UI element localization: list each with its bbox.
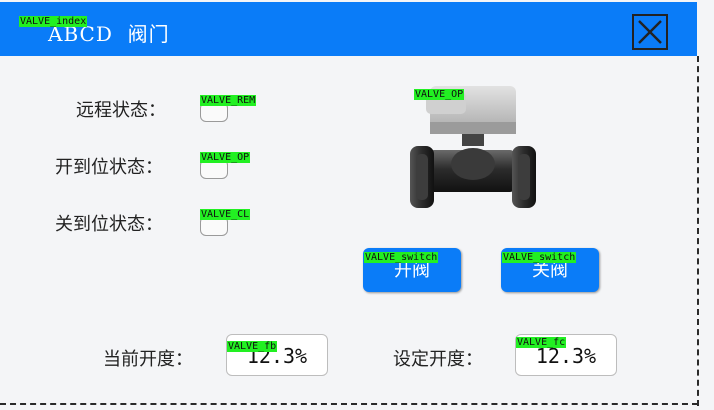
open-position-tag: VALVE_OP — [200, 152, 251, 163]
open-valve-tag: VALVE_switch — [364, 252, 439, 263]
right-dashed-border — [697, 56, 699, 406]
close-icon — [638, 20, 662, 44]
title-bar: ABCD 阀门 VALVE_index — [0, 2, 697, 56]
valve-image-tag: VALVE_OP — [414, 89, 465, 100]
index-tag: VALVE_index — [19, 16, 88, 27]
setpoint-opening-label: 设定开度： — [393, 349, 483, 370]
valve-panel: ABCD 阀门 VALVE_index 远程状态： VALVE_REM 开到位状… — [0, 0, 714, 410]
closed-position-tag: VALVE_CL — [200, 209, 251, 220]
valve-icon — [410, 86, 536, 208]
setpoint-opening-tag: VALVE_fc — [516, 337, 567, 348]
remote-status-label: 远程状态： — [76, 100, 166, 121]
open-valve-label: 开阀 — [394, 260, 430, 281]
closed-position-label: 关到位状态： — [55, 214, 163, 235]
close-button[interactable] — [632, 14, 668, 50]
close-valve-tag: VALVE_switch — [502, 252, 577, 263]
current-opening-label: 当前开度： — [103, 349, 193, 370]
remote-status-tag: VALVE_REM — [200, 95, 257, 106]
close-valve-label: 关阀 — [532, 260, 568, 281]
bottom-dashed-border — [0, 403, 698, 405]
section-name: 阀门 — [127, 22, 170, 46]
open-position-label: 开到位状态： — [55, 157, 163, 178]
current-opening-tag: VALVE_fb — [227, 341, 278, 352]
